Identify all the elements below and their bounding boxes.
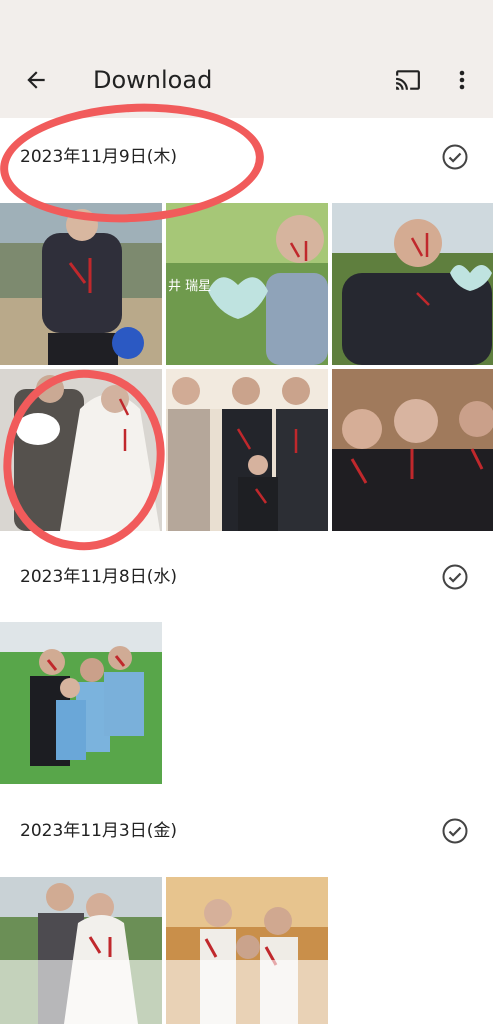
- photo-thumbnail[interactable]: 井 瑞星: [166, 203, 328, 365]
- page-title: Download: [93, 66, 213, 94]
- photo-thumbnail[interactable]: [166, 369, 328, 531]
- date-label: 2023年11月9日(木): [20, 147, 177, 167]
- back-button[interactable]: [18, 62, 54, 98]
- date-header: 2023年11月9日(木): [0, 135, 493, 179]
- arrow-back-icon: [27, 71, 45, 89]
- photo-caption: 井 瑞星: [168, 279, 212, 294]
- status-bar: [0, 0, 493, 42]
- select-all-check-icon[interactable]: [441, 143, 469, 171]
- more-vert-icon: [459, 70, 465, 90]
- more-options-button[interactable]: [446, 62, 478, 98]
- date-header: 2023年11月3日(金): [0, 809, 493, 853]
- cast-icon: [396, 70, 420, 90]
- date-label: 2023年11月8日(水): [20, 567, 177, 587]
- cast-button[interactable]: [388, 62, 428, 98]
- photo-thumbnail[interactable]: [0, 203, 162, 365]
- photo-thumbnail[interactable]: [332, 369, 493, 531]
- select-all-check-icon[interactable]: [441, 817, 469, 845]
- select-all-check-icon[interactable]: [441, 563, 469, 591]
- photo-thumbnail[interactable]: [0, 369, 162, 531]
- date-header: 2023年11月8日(水): [0, 555, 493, 599]
- photo-thumbnail[interactable]: [166, 877, 328, 1024]
- photo-thumbnail[interactable]: [332, 203, 493, 365]
- photo-thumbnail[interactable]: [0, 622, 162, 784]
- app-bar: Download: [0, 42, 493, 118]
- photo-thumbnail[interactable]: [0, 877, 162, 1024]
- date-label: 2023年11月3日(金): [20, 821, 177, 841]
